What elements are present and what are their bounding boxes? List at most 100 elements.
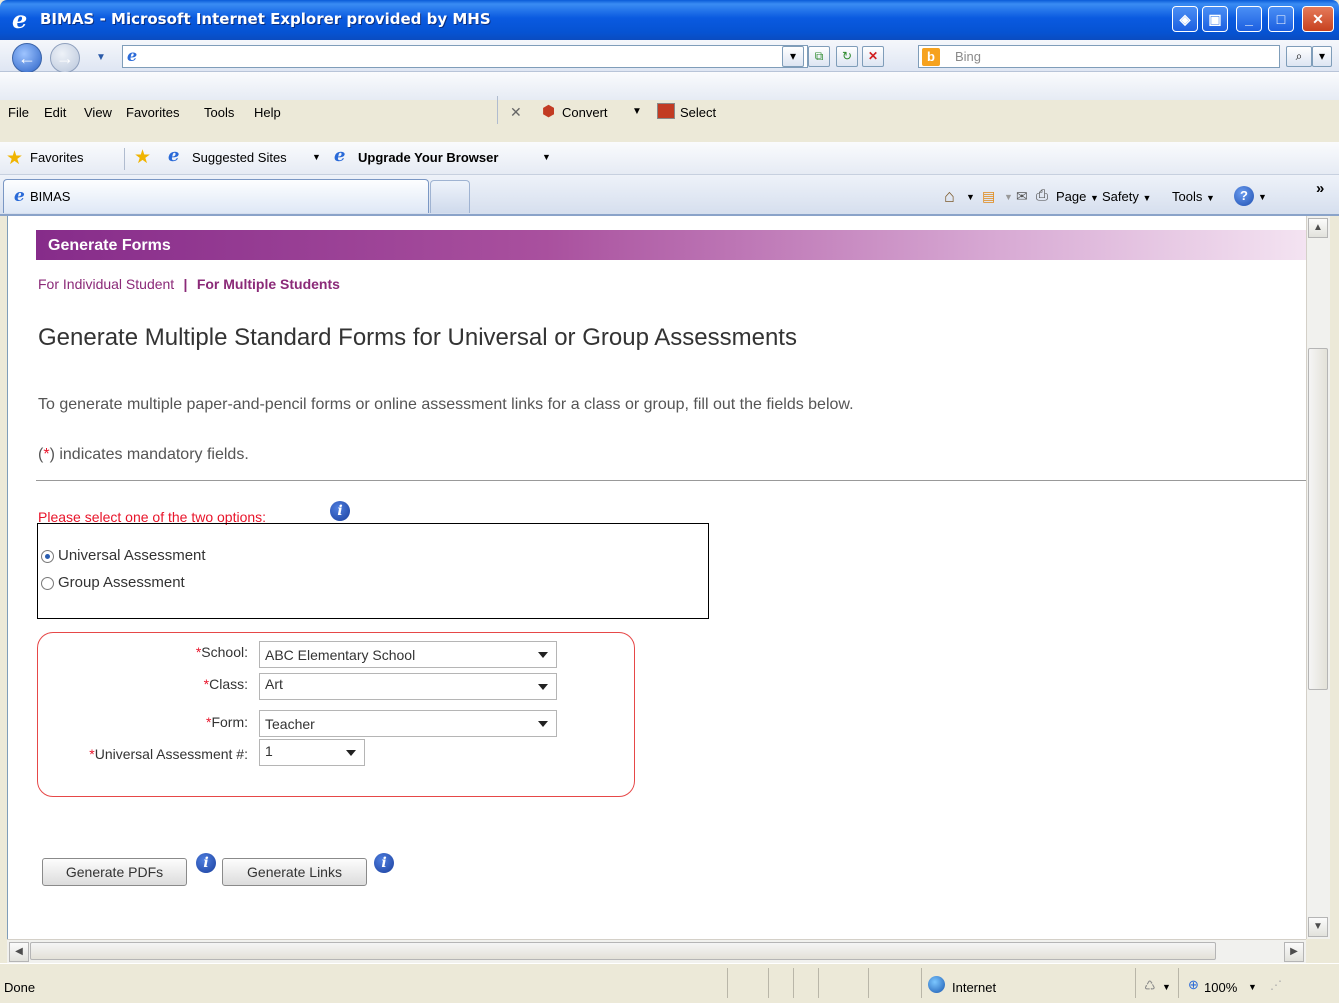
protected-dropdown-icon[interactable]: ▼ xyxy=(1162,982,1171,992)
status-divider xyxy=(868,968,869,998)
scroll-left-icon[interactable]: ◀ xyxy=(9,942,29,962)
status-divider xyxy=(1135,968,1136,998)
menu-tools[interactable]: Tools xyxy=(204,105,234,120)
print-icon[interactable]: ⎙ xyxy=(1036,187,1048,204)
home-icon[interactable]: ⌂ xyxy=(944,186,955,207)
class-label: *Class: xyxy=(203,676,248,692)
protected-mode-icon[interactable]: ♺ xyxy=(1144,978,1156,994)
suggested-dropdown-icon[interactable]: ▼ xyxy=(312,152,321,162)
close-button[interactable]: ✕ xyxy=(1302,6,1334,32)
status-divider xyxy=(727,968,728,998)
suggested-sites-icon: e xyxy=(168,145,180,166)
compat-view-icon[interactable]: ⧉ xyxy=(808,46,830,67)
status-bar xyxy=(0,963,1339,1003)
select-button[interactable]: Select xyxy=(680,105,716,120)
upgrade-browser-link[interactable]: Upgrade Your Browser xyxy=(358,150,498,165)
page-menu[interactable]: Page ▼ xyxy=(1056,189,1099,204)
back-button[interactable]: ← xyxy=(12,43,42,73)
search-button[interactable]: ⌕ xyxy=(1286,46,1312,67)
class-select[interactable]: Art xyxy=(259,673,557,700)
zoom-level[interactable]: 100% xyxy=(1204,980,1237,995)
zoom-icon[interactable]: ⊕ xyxy=(1188,977,1199,993)
tools-menu[interactable]: Tools ▼ xyxy=(1172,189,1215,204)
stop-icon[interactable]: ✕ xyxy=(862,46,884,67)
generate-links-button[interactable]: Generate Links xyxy=(222,858,367,886)
ie-logo-icon: e xyxy=(12,5,28,34)
nav-individual-student[interactable]: For Individual Student xyxy=(38,276,174,292)
feeds-icon[interactable]: ▤ xyxy=(982,188,995,205)
menu-favorites[interactable]: Favorites xyxy=(126,105,179,120)
form-select[interactable]: Teacher xyxy=(259,710,557,737)
toolbar-overflow-icon[interactable]: » xyxy=(1316,180,1324,197)
history-dropdown-icon[interactable]: ▼ xyxy=(96,52,106,63)
window-title: BIMAS - Microsoft Internet Explorer prov… xyxy=(40,10,491,28)
forward-button[interactable]: → xyxy=(50,43,80,73)
mail-icon[interactable]: ✉ xyxy=(1016,188,1028,205)
home-dropdown-icon[interactable]: ▼ xyxy=(966,192,975,202)
convert-button[interactable]: Convert xyxy=(562,105,608,120)
safety-menu[interactable]: Safety ▼ xyxy=(1102,189,1151,204)
tab-label: BIMAS xyxy=(30,189,71,204)
resize-grip-icon[interactable]: ⋰ xyxy=(1270,978,1282,992)
zoom-dropdown-icon[interactable]: ▼ xyxy=(1248,982,1257,992)
universal-assessment-number-select[interactable]: 1 xyxy=(259,739,365,766)
status-divider xyxy=(768,968,769,998)
links-info-icon[interactable]: i xyxy=(374,853,394,873)
help-dropdown-icon[interactable]: ▼ xyxy=(1258,192,1267,202)
favorites-button[interactable]: Favorites xyxy=(30,150,83,165)
pdfs-info-icon[interactable]: i xyxy=(196,853,216,873)
menu-file[interactable]: File xyxy=(8,105,29,120)
generate-pdfs-button[interactable]: Generate PDFs xyxy=(42,858,187,886)
feeds-dropdown-icon[interactable]: ▼ xyxy=(1004,192,1013,202)
address-input[interactable]: e xyxy=(122,45,808,68)
new-tab-button[interactable] xyxy=(430,180,470,213)
tabs-icon[interactable]: ▣ xyxy=(1202,6,1228,32)
student-nav: For Individual Student | For Multiple St… xyxy=(38,276,340,292)
fav-divider xyxy=(124,148,125,170)
status-divider xyxy=(793,968,794,998)
universal-assessment-label[interactable]: Universal Assessment xyxy=(58,547,206,564)
address-dropdown-icon[interactable]: ▾ xyxy=(782,46,804,67)
nav-multiple-students[interactable]: For Multiple Students xyxy=(197,276,340,292)
page-icon: e xyxy=(127,46,138,65)
group-assessment-label[interactable]: Group Assessment xyxy=(58,574,185,591)
status-text: Done xyxy=(4,980,36,995)
option-info-icon[interactable]: i xyxy=(330,501,350,521)
add-favorite-icon[interactable]: ★ xyxy=(134,146,151,169)
tab-bimas[interactable]: e BIMAS xyxy=(3,179,429,213)
menu-view[interactable]: View xyxy=(84,105,112,120)
mandatory-note: (*) indicates mandatory fields. xyxy=(38,446,249,463)
menu-divider xyxy=(497,96,498,124)
scroll-right-icon[interactable]: ▶ xyxy=(1284,942,1304,962)
help-icon[interactable]: ? xyxy=(1234,186,1254,206)
zone-text: Internet xyxy=(952,980,997,995)
search-input[interactable]: Bing xyxy=(918,45,1280,68)
close-toolbar-icon[interactable]: ✕ xyxy=(510,104,522,121)
maximize-button[interactable]: □ xyxy=(1268,6,1294,32)
horizontal-scroll-thumb[interactable] xyxy=(30,942,1216,960)
bing-icon: b xyxy=(922,48,940,66)
menu-help[interactable]: Help xyxy=(254,105,281,120)
minimize-button[interactable]: _ xyxy=(1236,6,1262,32)
search-options-icon[interactable]: ▾ xyxy=(1312,46,1332,67)
tab-ie-icon: e xyxy=(14,186,25,206)
chevron-down-icon xyxy=(538,684,548,690)
convert-dropdown-icon[interactable]: ▼ xyxy=(632,106,642,117)
refresh-icon[interactable]: ↻ xyxy=(836,46,858,67)
menu-edit[interactable]: Edit xyxy=(44,105,66,120)
school-label: *School: xyxy=(195,644,248,660)
scroll-down-icon[interactable]: ▼ xyxy=(1308,917,1328,937)
group-assessment-radio[interactable] xyxy=(41,577,54,590)
restore-tab-icon[interactable]: ◈ xyxy=(1172,6,1198,32)
vertical-scroll-thumb[interactable] xyxy=(1308,348,1328,690)
upgrade-dropdown-icon[interactable]: ▼ xyxy=(542,152,551,162)
scroll-up-icon[interactable]: ▲ xyxy=(1308,218,1328,238)
internet-zone-icon xyxy=(928,976,945,993)
universal-assessment-radio[interactable] xyxy=(41,550,54,563)
school-select[interactable]: ABC Elementary School xyxy=(259,641,557,668)
form-label: *Form: xyxy=(205,714,248,730)
universal-assessment-number-label: *Universal Assessment #: xyxy=(89,746,248,762)
chevron-down-icon xyxy=(538,652,548,658)
status-divider xyxy=(921,968,922,998)
suggested-sites-link[interactable]: Suggested Sites xyxy=(192,150,287,165)
